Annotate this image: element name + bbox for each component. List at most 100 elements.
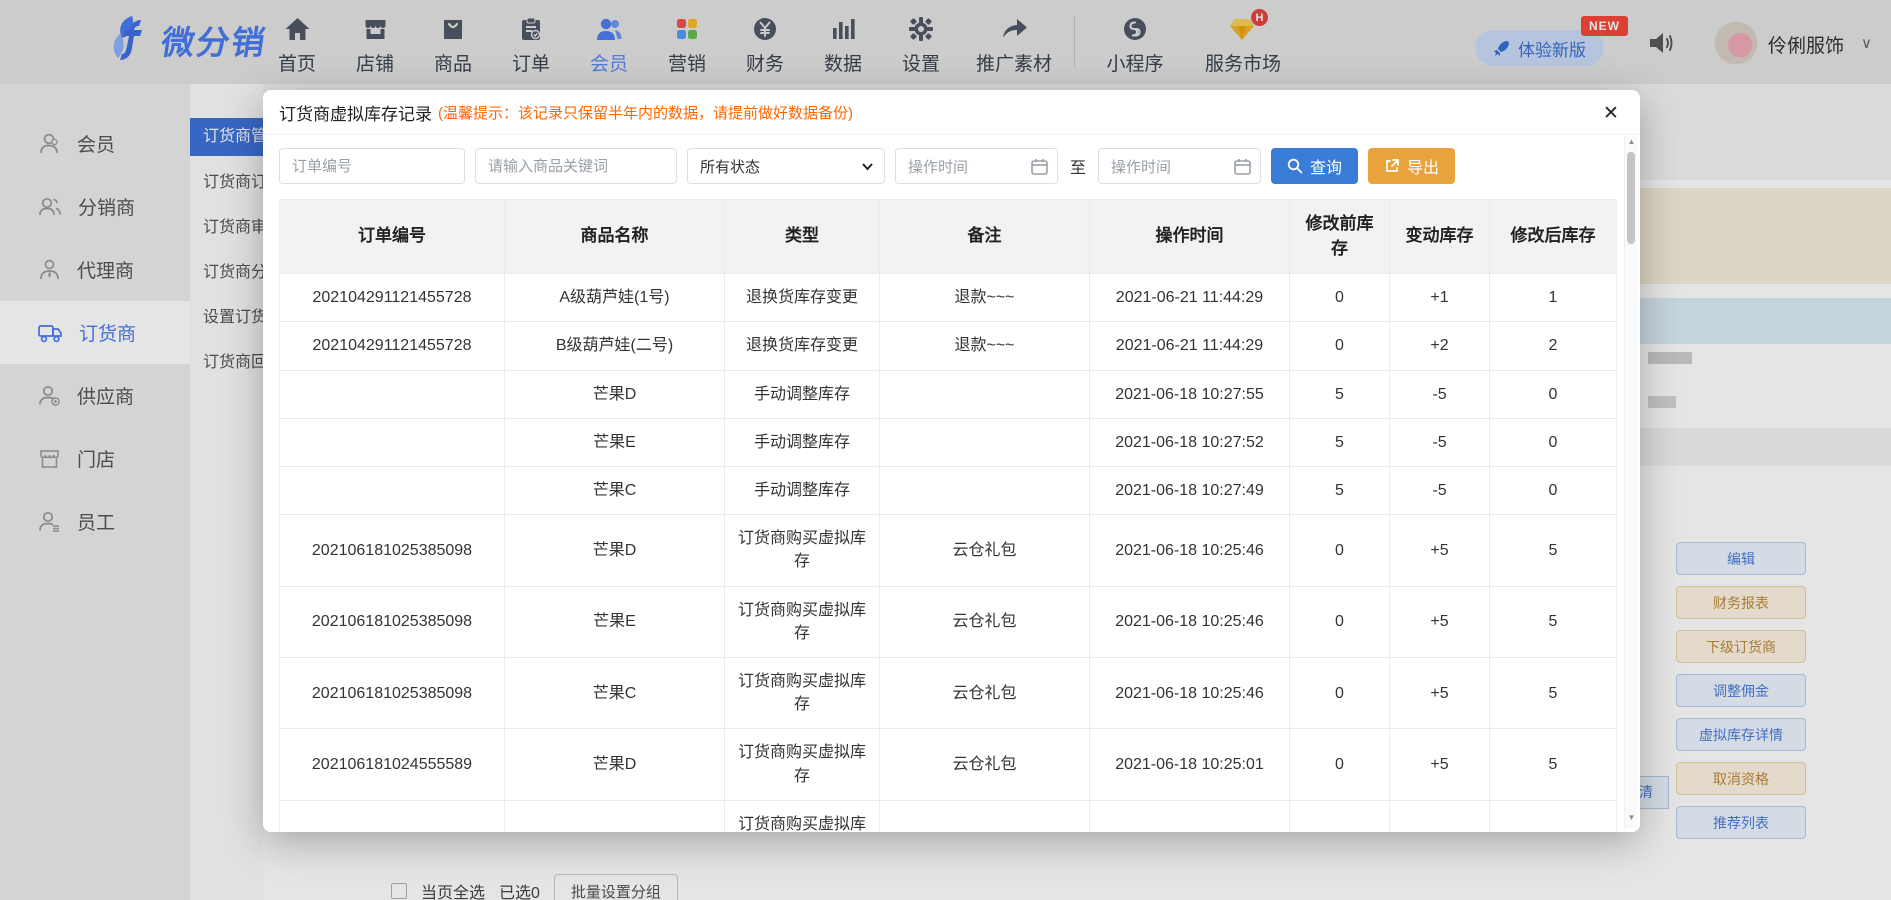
- table-cell: [280, 370, 505, 418]
- table-cell: 云仓礼包: [880, 729, 1090, 800]
- table-cell: 1: [1490, 274, 1617, 322]
- column-header: 修改后库存: [1490, 200, 1617, 274]
- table-cell: +5: [1390, 729, 1490, 800]
- table-cell: 退款~~~: [880, 274, 1090, 322]
- table-cell: 2021-06-18 10:27:52: [1090, 418, 1290, 466]
- table-cell: 2: [1490, 322, 1617, 370]
- calendar-icon: [1234, 158, 1251, 175]
- table-cell: 2021-06-21 11:44:29: [1090, 274, 1290, 322]
- table-cell: 202104291121455728: [280, 322, 505, 370]
- table-cell: -5: [1390, 418, 1490, 466]
- table-cell: 订货商购买虚拟库存: [725, 800, 880, 832]
- modal-header: 订货商虚拟库存记录 (温馨提示：该记录只保留半年内的数据，请提前做好数据备份): [263, 90, 1640, 135]
- table-cell: 退款~~~: [880, 322, 1090, 370]
- table-cell: 5: [1290, 370, 1390, 418]
- modal-scrollbar[interactable]: ▲ ▼: [1624, 136, 1637, 828]
- table-row-7: 202106181025385098芒果E订货商购买虚拟库存云仓礼包2021-0…: [280, 586, 1617, 657]
- calendar-icon: [1031, 158, 1048, 175]
- table-cell: 0: [1290, 515, 1390, 586]
- table-cell: [880, 370, 1090, 418]
- table-cell: 2021-06-18 10:25:01: [1090, 729, 1290, 800]
- keyword-input[interactable]: [475, 148, 677, 184]
- export-button[interactable]: 导出: [1368, 148, 1455, 184]
- table-cell: [880, 467, 1090, 515]
- table-cell: 芒果E: [505, 586, 725, 657]
- column-header: 变动库存: [1390, 200, 1490, 274]
- table-row-3: 芒果D手动调整库存2021-06-18 10:27:555-50: [280, 370, 1617, 418]
- table-cell: 0: [1490, 418, 1617, 466]
- status-select[interactable]: 所有状态: [687, 148, 885, 184]
- table-cell: +1: [1390, 274, 1490, 322]
- table-cell: 5: [1490, 586, 1617, 657]
- virtual-stock-record-modal: ✕ 订货商虚拟库存记录 (温馨提示：该记录只保留半年内的数据，请提前做好数据备份…: [263, 90, 1640, 832]
- close-icon[interactable]: ✕: [1598, 100, 1624, 126]
- table-cell: +2: [1390, 322, 1490, 370]
- table-cell: [1290, 800, 1390, 832]
- table-cell: 退换货库存变更: [725, 322, 880, 370]
- table-row-2: 202104291121455728B级葫芦娃(二号)退换货库存变更退款~~~ 2…: [280, 322, 1617, 370]
- table-cell: A级葫芦娃(1号): [505, 274, 725, 322]
- table-cell: 云仓礼包: [880, 586, 1090, 657]
- table-row-4: 芒果E手动调整库存 2021-06-18 10:27:525-50: [280, 418, 1617, 466]
- order-no-input[interactable]: [279, 148, 465, 184]
- table-cell: [1090, 800, 1290, 832]
- table-cell: 芒果E: [505, 418, 725, 466]
- table-cell: 云仓礼包: [880, 515, 1090, 586]
- table-cell: 芒果D: [505, 370, 725, 418]
- start-time-picker[interactable]: 操作时间: [895, 148, 1058, 184]
- table-cell: 手动调整库存: [725, 467, 880, 515]
- end-time-placeholder: 操作时间: [1111, 156, 1171, 177]
- table-row-9: 202106181024555589芒果D订货商购买虚拟库存云仓礼包2021-0…: [280, 729, 1617, 800]
- column-header: 修改前库存: [1290, 200, 1390, 274]
- table-cell: 5: [1290, 418, 1390, 466]
- modal-title: 订货商虚拟库存记录: [279, 100, 432, 125]
- table-cell: 2021-06-18 10:25:46: [1090, 657, 1290, 728]
- table-cell: 202106181025385098: [280, 586, 505, 657]
- table-cell: 订货商购买虚拟库存: [725, 515, 880, 586]
- table-cell: [880, 800, 1090, 832]
- table-cell: +5: [1390, 657, 1490, 728]
- table-cell: 202106181024555589: [280, 729, 505, 800]
- end-time-picker[interactable]: 操作时间: [1098, 148, 1261, 184]
- table-cell: 0: [1490, 370, 1617, 418]
- table-cell: 202106181025385098: [280, 657, 505, 728]
- export-button-label: 导出: [1407, 154, 1439, 178]
- table-cell: 2021-06-18 10:27:55: [1090, 370, 1290, 418]
- table-cell: 0: [1290, 586, 1390, 657]
- search-button-label: 查询: [1310, 154, 1342, 178]
- column-header: 操作时间: [1090, 200, 1290, 274]
- table-cell: 0: [1290, 729, 1390, 800]
- table-cell: [280, 418, 505, 466]
- scroll-up-icon[interactable]: ▲: [1625, 136, 1638, 148]
- table-cell: 手动调整库存: [725, 418, 880, 466]
- table-cell: [505, 800, 725, 832]
- table-cell: 退换货库存变更: [725, 274, 880, 322]
- table-cell: 5: [1490, 657, 1617, 728]
- table-header-row: 订单编号商品名称类型备注操作时间修改前库存变动库存修改后库存: [280, 200, 1617, 274]
- status-select-value: 所有状态: [700, 156, 760, 177]
- table-cell: 2021-06-18 10:25:46: [1090, 515, 1290, 586]
- table-cell: -5: [1390, 467, 1490, 515]
- scroll-down-icon[interactable]: ▼: [1625, 812, 1638, 824]
- table-cell: 手动调整库存: [725, 370, 880, 418]
- table-cell: 芒果D: [505, 729, 725, 800]
- start-time-placeholder: 操作时间: [908, 156, 968, 177]
- chevron-down-icon: [861, 160, 874, 173]
- table-cell: 0: [1290, 274, 1390, 322]
- table-cell: 5: [1490, 515, 1617, 586]
- table-cell: 5: [1490, 729, 1617, 800]
- screen: 微分销 首页店铺商品订单会员营销财务数据设置推广素材小程序H服务市场 体验新版 …: [0, 0, 1891, 900]
- table-cell: [1490, 800, 1617, 832]
- table-cell: 0: [1290, 322, 1390, 370]
- column-header: 备注: [880, 200, 1090, 274]
- table-cell: B级葫芦娃(二号): [505, 322, 725, 370]
- table-cell: 订货商购买虚拟库存: [725, 729, 880, 800]
- table-cell: 202104291121455728: [280, 274, 505, 322]
- table-cell: [280, 800, 505, 832]
- scrollbar-thumb[interactable]: [1627, 152, 1635, 244]
- table-row-1: 202104291121455728A级葫芦娃(1号)退换货库存变更退款~~~2…: [280, 274, 1617, 322]
- search-button[interactable]: 查询: [1271, 148, 1358, 184]
- search-icon: [1287, 158, 1303, 174]
- table-cell: 0: [1490, 467, 1617, 515]
- table-cell: 芒果C: [505, 657, 725, 728]
